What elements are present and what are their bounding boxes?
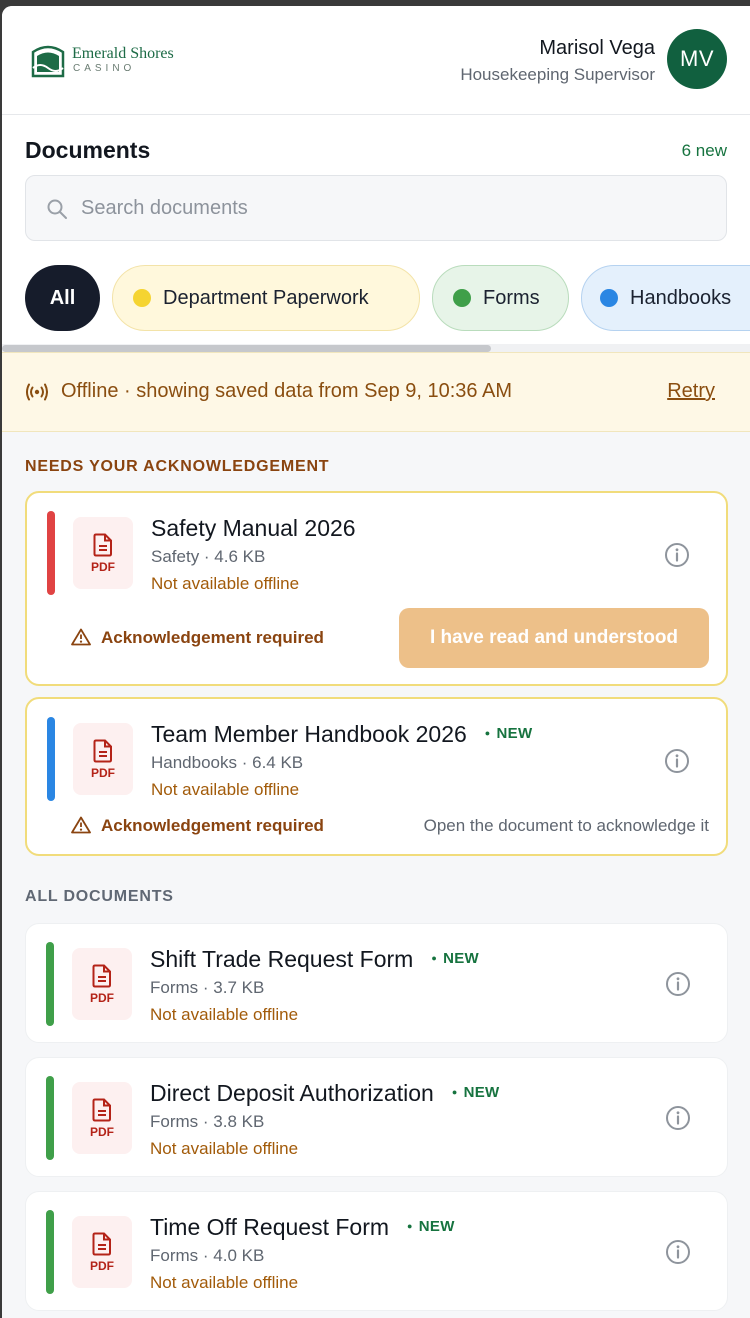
brand-name: Emerald Shores [72, 45, 174, 62]
category-stripe [46, 1210, 54, 1294]
document-title-row: Direct Deposit Authorization NEW [150, 1080, 499, 1107]
search-input[interactable] [81, 176, 701, 240]
documents-header: Documents 6 new All Department Paperwork… [2, 115, 750, 352]
pdf-file-icon: PDF [72, 1216, 132, 1288]
offline-status: Not available offline [150, 1005, 299, 1024]
search-icon [47, 199, 67, 219]
filter-scrollbar[interactable] [2, 344, 750, 352]
avatar[interactable]: MV [667, 29, 727, 89]
warning-text: Acknowledgement required [101, 628, 324, 647]
new-badge: NEW [407, 1218, 455, 1235]
acknowledge-hint: Open the document to acknowledge it [423, 816, 709, 835]
document-title: Direct Deposit Authorization [150, 1080, 434, 1106]
document-card-time-off[interactable]: PDF Time Off Request Form NEW Forms · 4.0… [25, 1191, 728, 1311]
pdf-file-icon: PDF [73, 517, 133, 589]
info-icon[interactable] [664, 748, 690, 774]
offline-status: Not available offline [151, 780, 300, 799]
filter-chip-label: Forms [483, 286, 540, 309]
app-frame: Emerald Shores CASINO Marisol Vega House… [2, 6, 750, 1318]
offline-signal-icon [26, 383, 48, 401]
category-stripe [47, 717, 55, 801]
filter-chips: All Department Paperwork Forms Handbooks [25, 265, 750, 331]
scrollbar-thumb[interactable] [2, 345, 491, 352]
document-card-shift-trade[interactable]: PDF Shift Trade Request Form NEW Forms · … [25, 923, 728, 1043]
user-name: Marisol Vega [539, 37, 655, 59]
offline-banner: Offline · showing saved data from Sep 9,… [2, 352, 750, 432]
category-stripe [46, 942, 54, 1026]
document-title: Safety Manual 2026 [151, 515, 356, 541]
document-title-row: Shift Trade Request Form NEW [150, 946, 479, 973]
info-icon[interactable] [665, 1105, 691, 1131]
section-heading-all-documents: ALL DOCUMENTS [25, 888, 174, 905]
pdf-label: PDF [90, 1124, 114, 1139]
offline-status: Not available offline [151, 574, 300, 593]
acknowledgement-warning: Acknowledgement required [71, 816, 324, 836]
dot-icon [133, 289, 151, 307]
pdf-label: PDF [90, 1258, 114, 1273]
filter-chip-forms[interactable]: Forms [432, 265, 569, 331]
document-title-row: Time Off Request Form NEW [150, 1214, 455, 1241]
pdf-label: PDF [91, 765, 115, 780]
filter-chip-all[interactable]: All [25, 265, 100, 331]
document-card-safety-manual[interactable]: PDF Safety Manual 2026 Safety · 4.6 KB N… [25, 491, 728, 686]
filter-chip-label: All [49, 286, 76, 309]
new-count-badge: 6 new [681, 141, 727, 160]
document-title-row: Team Member Handbook 2026 NEW [151, 721, 532, 748]
acknowledge-button[interactable]: I have read and understood [399, 608, 709, 668]
document-card-team-member-handbook[interactable]: PDF Team Member Handbook 2026 NEW Handboo… [25, 697, 728, 856]
document-card-direct-deposit[interactable]: PDF Direct Deposit Authorization NEW Form… [25, 1057, 728, 1177]
page-title: Documents [25, 137, 151, 163]
warning-icon [71, 628, 91, 646]
document-meta: Safety · 4.6 KB [151, 547, 266, 566]
info-icon[interactable] [665, 971, 691, 997]
category-stripe [47, 511, 55, 595]
dot-icon [600, 289, 618, 307]
filter-chip-department-paperwork[interactable]: Department Paperwork [112, 265, 420, 331]
category-stripe [46, 1076, 54, 1160]
filter-chip-handbooks[interactable]: Handbooks [581, 265, 750, 331]
pdf-label: PDF [91, 559, 115, 574]
acknowledgement-warning: Acknowledgement required [71, 628, 324, 648]
retry-button[interactable]: Retry [667, 380, 715, 403]
pdf-file-icon: PDF [72, 1082, 132, 1154]
app-header: Emerald Shores CASINO Marisol Vega House… [2, 6, 750, 115]
document-meta: Handbooks · 6.4 KB [151, 753, 304, 772]
document-title: Team Member Handbook 2026 [151, 721, 467, 747]
brand-subtitle: CASINO [73, 63, 136, 74]
document-meta: Forms · 4.0 KB [150, 1246, 265, 1265]
info-icon[interactable] [664, 542, 690, 568]
new-badge: NEW [452, 1084, 500, 1101]
offline-status: Not available offline [150, 1273, 299, 1292]
warning-text: Acknowledgement required [101, 816, 324, 835]
offline-message: Offline · showing saved data from Sep 9,… [61, 380, 512, 402]
pdf-file-icon: PDF [73, 723, 133, 795]
filter-chip-label: Handbooks [630, 286, 732, 309]
document-title: Shift Trade Request Form [150, 946, 414, 972]
new-badge: NEW [485, 725, 533, 742]
document-meta: Forms · 3.7 KB [150, 978, 265, 997]
new-badge: NEW [431, 950, 479, 967]
dot-icon [453, 289, 471, 307]
filter-chip-label: Department Paperwork [163, 286, 369, 309]
pdf-label: PDF [90, 990, 114, 1005]
document-meta: Forms · 3.8 KB [150, 1112, 265, 1131]
offline-status: Not available offline [150, 1139, 299, 1158]
pdf-file-icon: PDF [72, 948, 132, 1020]
document-title: Time Off Request Form [150, 1214, 390, 1240]
search-box [25, 175, 727, 241]
emerald-shores-logo-icon [31, 45, 65, 78]
info-icon[interactable] [665, 1239, 691, 1265]
warning-icon [71, 816, 91, 834]
section-heading-acknowledgement: NEEDS YOUR ACKNOWLEDGEMENT [25, 458, 330, 475]
user-role: Housekeeping Supervisor [460, 65, 655, 84]
